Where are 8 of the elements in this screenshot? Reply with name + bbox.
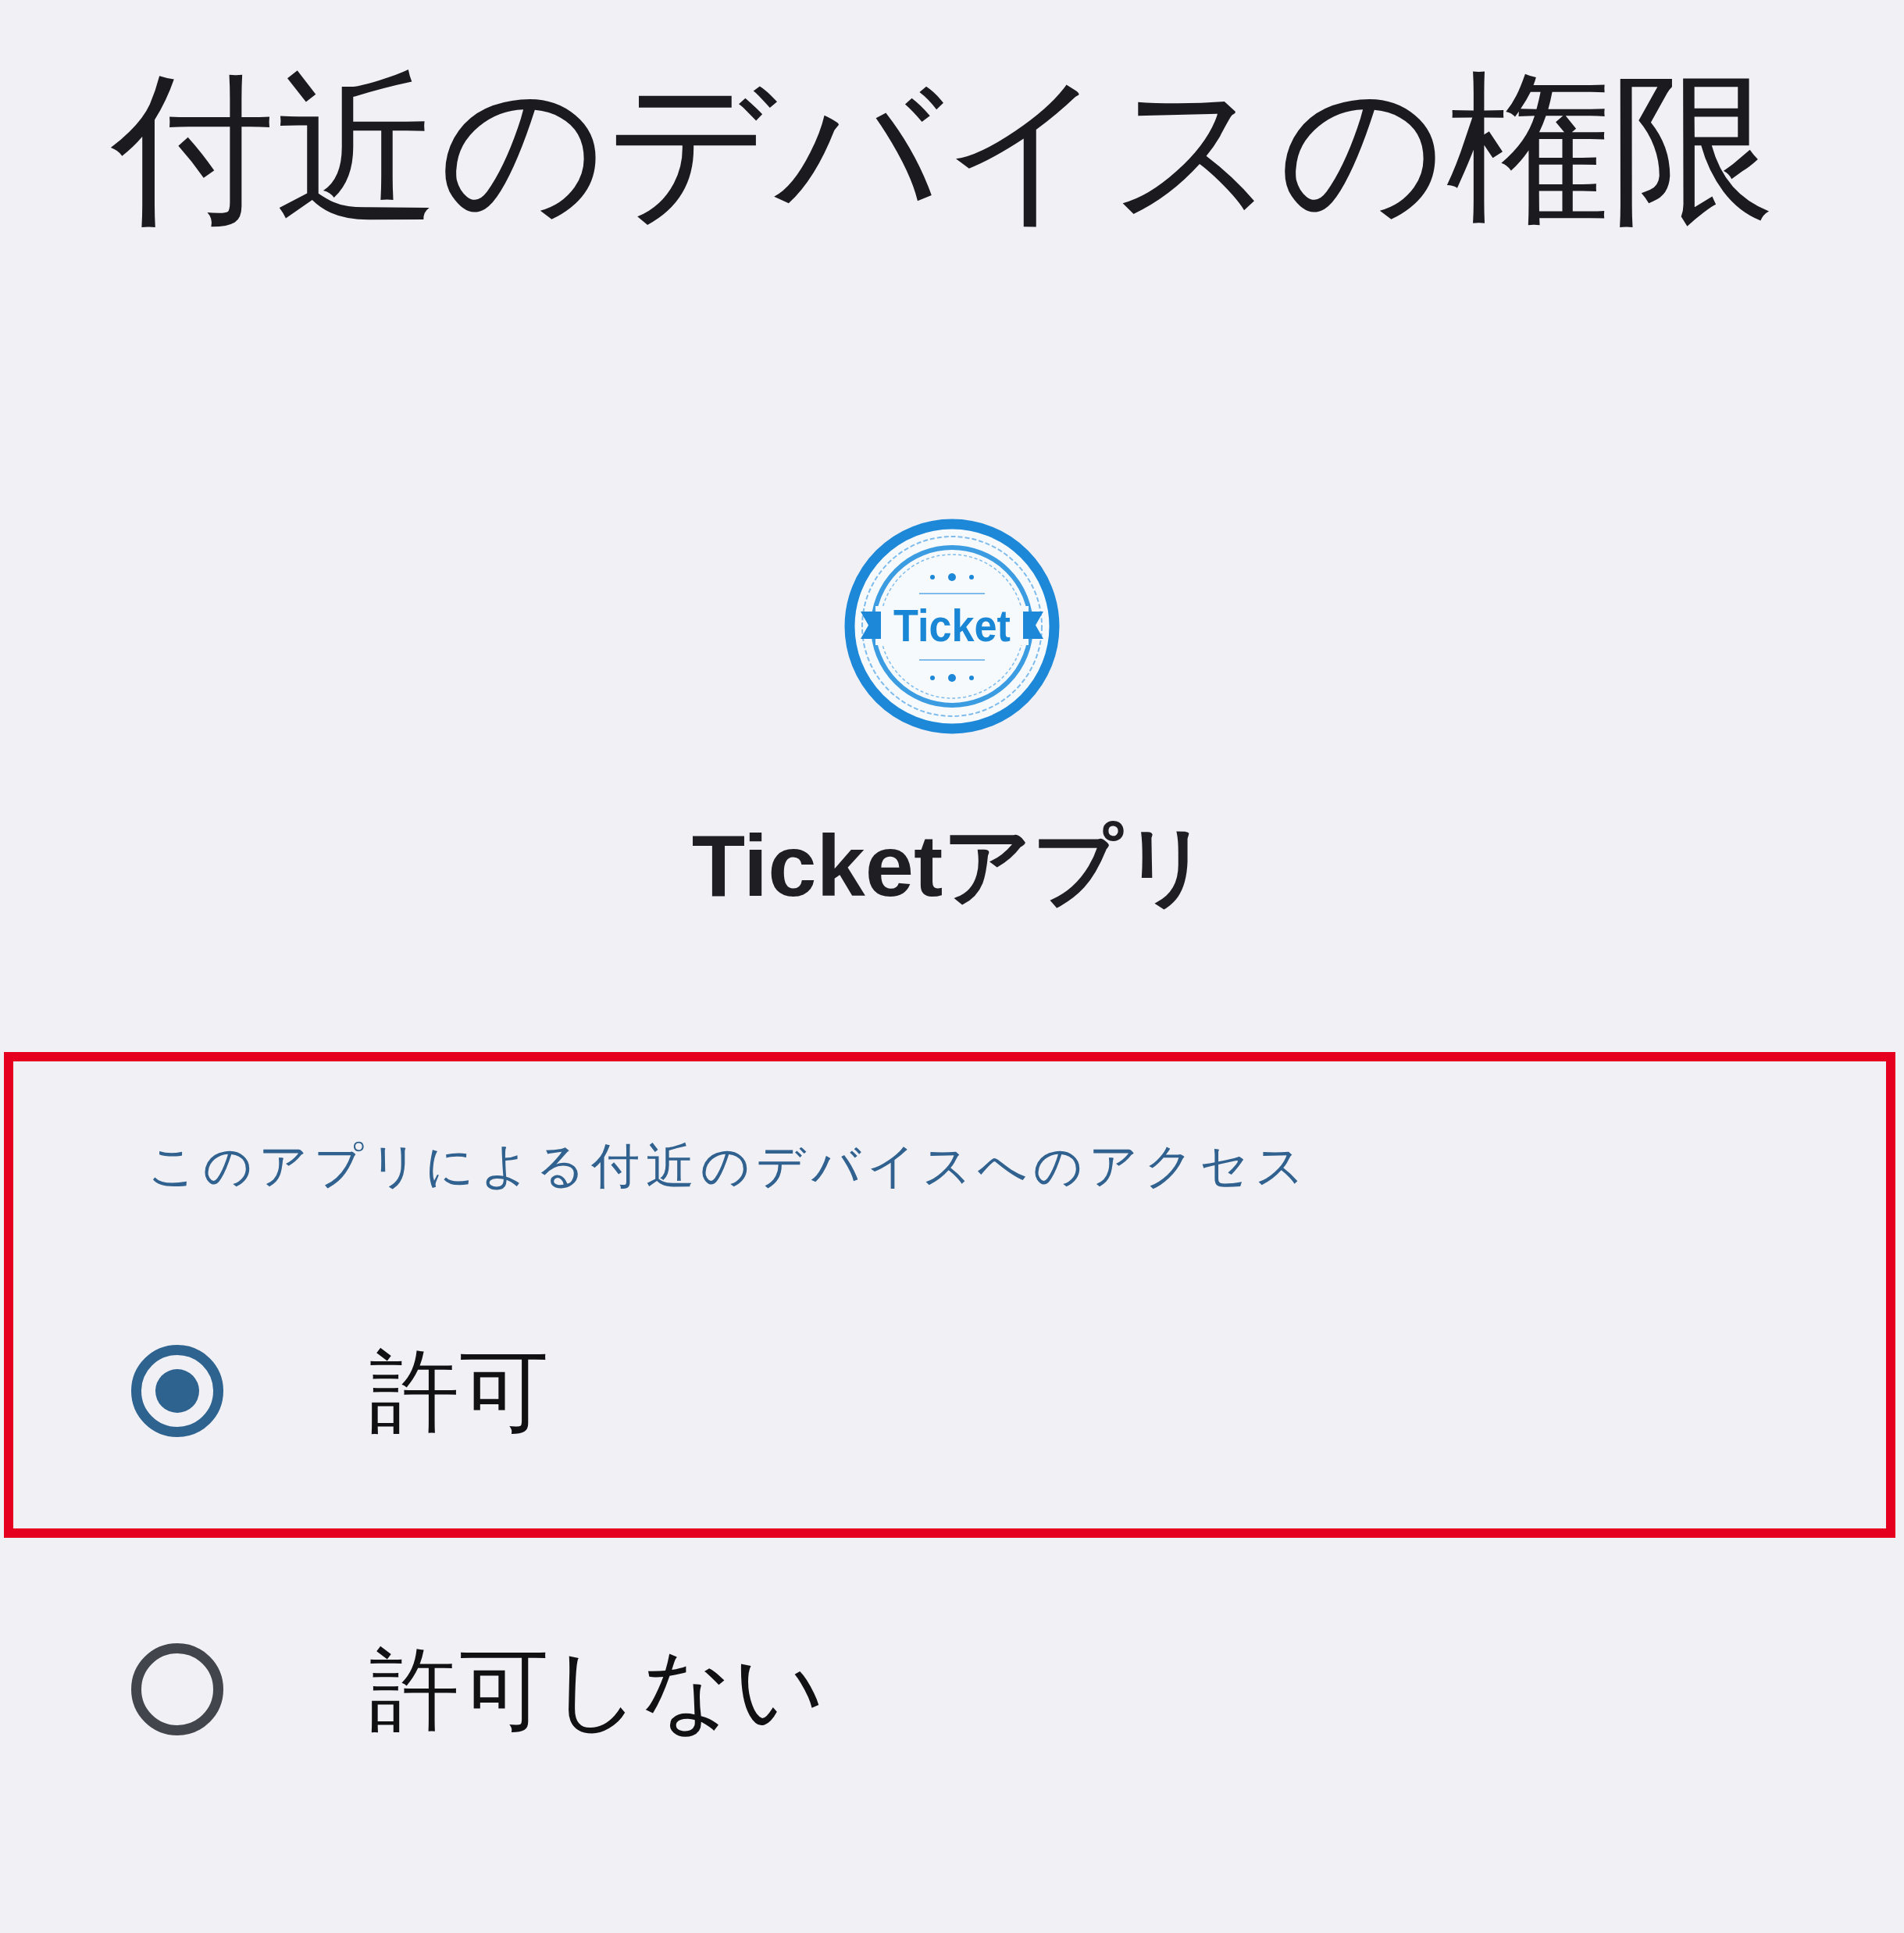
page-title: 付近のデバイスの権限 (111, 56, 1774, 242)
section-heading: このアプリによる付近のデバイスへのアクセス (148, 1137, 1310, 1194)
radio-icon[interactable] (131, 1344, 223, 1437)
app-logo: Ticket (844, 518, 1060, 734)
radio-icon[interactable] (131, 1642, 223, 1735)
radio-option[interactable]: 許可しない (131, 1639, 825, 1739)
app-name: Ticketアプリ (691, 815, 1213, 916)
radio-option[interactable]: 許可 (131, 1341, 549, 1441)
